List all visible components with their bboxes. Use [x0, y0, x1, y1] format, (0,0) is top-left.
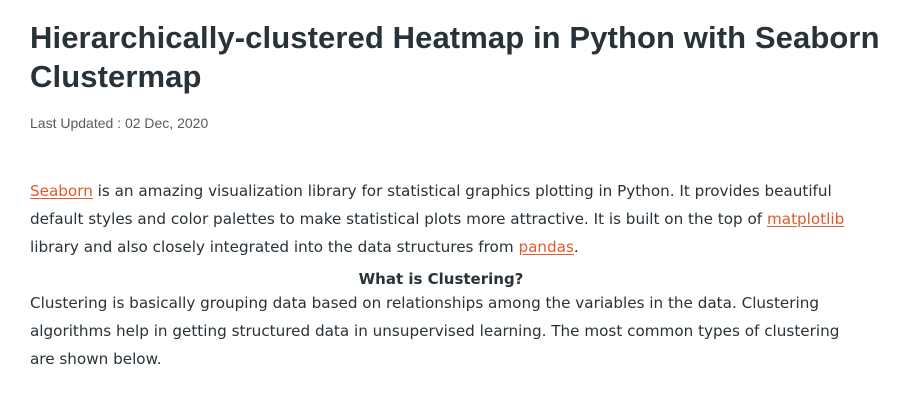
article: Hierarchically-clustered Heatmap in Pyth…: [30, 18, 890, 373]
intro-text-1: is an amazing visualization library for …: [30, 182, 832, 228]
intro-paragraph: Seaborn is an amazing visualization libr…: [30, 177, 865, 261]
clustering-paragraph: Clustering is basically grouping data ba…: [30, 294, 840, 368]
intro-text-3: .: [573, 238, 579, 256]
intro-text-2: library and also closely integrated into…: [30, 238, 519, 256]
section-heading: What is Clustering?: [358, 270, 524, 288]
seaborn-link[interactable]: Seaborn: [30, 182, 93, 200]
last-updated-date: Last Updated : 02 Dec, 2020: [30, 115, 209, 131]
page-title: Hierarchically-clustered Heatmap in Pyth…: [30, 20, 880, 94]
pandas-link[interactable]: pandas: [518, 238, 573, 256]
matplotlib-link[interactable]: matplotlib: [767, 210, 844, 228]
